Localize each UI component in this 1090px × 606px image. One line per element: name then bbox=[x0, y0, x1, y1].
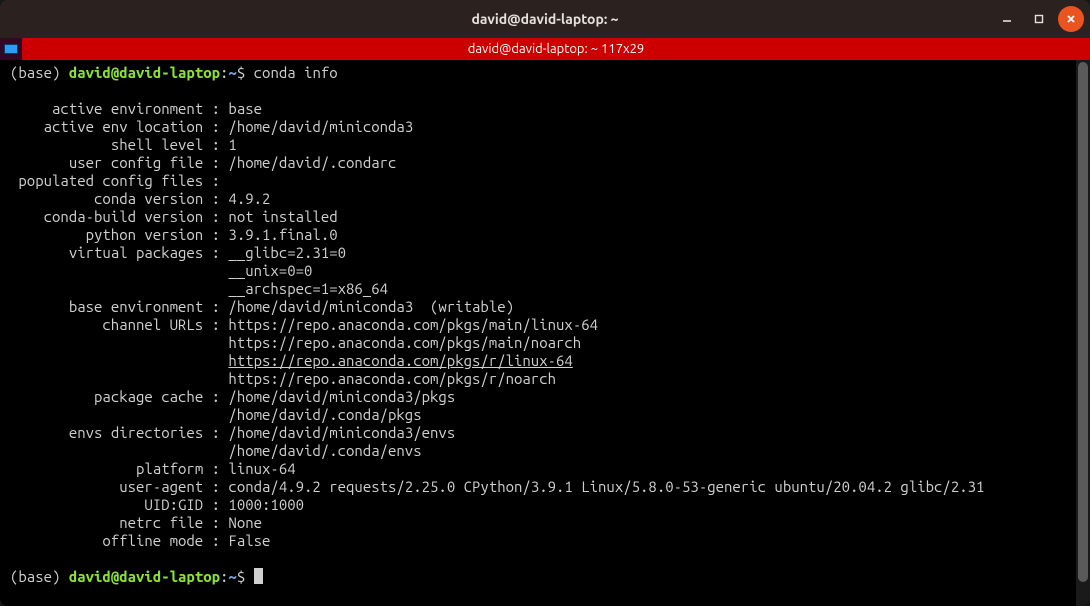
output-line: offline mode : False bbox=[10, 532, 270, 549]
window-controls bbox=[994, 0, 1084, 38]
prompt-command: conda info bbox=[254, 64, 338, 81]
output-line: https://repo.anaconda.com/pkgs/r/linux-6… bbox=[10, 352, 573, 369]
prompt-env: (base) bbox=[10, 568, 60, 585]
output-line: /home/david/.conda/pkgs bbox=[10, 406, 422, 423]
close-icon bbox=[1065, 13, 1077, 25]
output-line: base environment : /home/david/miniconda… bbox=[10, 298, 514, 315]
output-line: platform : linux-64 bbox=[10, 460, 296, 477]
prompt-env: (base) bbox=[10, 64, 60, 81]
terminal-cursor[interactable] bbox=[254, 568, 263, 584]
output-line: netrc file : None bbox=[10, 514, 262, 531]
terminal-window: david@david-laptop: ~ david@david-laptop… bbox=[0, 0, 1090, 606]
output-line: __unix=0=0 bbox=[10, 262, 312, 279]
output-line: channel URLs : https://repo.anaconda.com… bbox=[10, 316, 598, 333]
output-line: package cache : /home/david/miniconda3/p… bbox=[10, 388, 455, 405]
output-line: user-agent : conda/4.9.2 requests/2.25.0… bbox=[10, 478, 984, 495]
minimize-button[interactable] bbox=[994, 6, 1020, 32]
tab-strip: david@david-laptop: ~ 117x29 bbox=[0, 38, 1090, 60]
scrollbar-thumb[interactable] bbox=[1078, 62, 1088, 582]
prompt-cwd: ~ bbox=[228, 568, 236, 585]
minimize-icon bbox=[1001, 13, 1013, 25]
prompt-symbol: $ bbox=[237, 64, 245, 81]
window-title: david@david-laptop: ~ bbox=[471, 11, 618, 27]
prompt-userhost: david@david-laptop bbox=[69, 568, 220, 585]
output-line: active environment : base bbox=[10, 100, 262, 117]
output-line: conda version : 4.9.2 bbox=[10, 190, 270, 207]
output-line: active env location : /home/david/minico… bbox=[10, 118, 413, 135]
prompt-userhost: david@david-laptop bbox=[69, 64, 220, 81]
output-line: populated config files : bbox=[10, 172, 228, 189]
prompt-cwd: ~ bbox=[228, 64, 236, 81]
prompt-symbol: $ bbox=[237, 568, 245, 585]
terminal-tab-icon[interactable] bbox=[0, 38, 22, 60]
output-line: conda-build version : not installed bbox=[10, 208, 338, 225]
tab-title[interactable]: david@david-laptop: ~ 117x29 bbox=[22, 42, 1090, 56]
tab-swatch-icon bbox=[4, 44, 18, 54]
output-line: envs directories : /home/david/miniconda… bbox=[10, 424, 455, 441]
maximize-icon bbox=[1033, 13, 1045, 25]
window-titlebar[interactable]: david@david-laptop: ~ bbox=[0, 0, 1090, 38]
output-line: __archspec=1=x86_64 bbox=[10, 280, 388, 297]
output-line: /home/david/.conda/envs bbox=[10, 442, 422, 459]
close-button[interactable] bbox=[1058, 6, 1084, 32]
output-line: shell level : 1 bbox=[10, 136, 237, 153]
output-line: virtual packages : __glibc=2.31=0 bbox=[10, 244, 346, 261]
output-line: https://repo.anaconda.com/pkgs/r/noarch bbox=[10, 370, 556, 387]
output-line: https://repo.anaconda.com/pkgs/main/noar… bbox=[10, 334, 581, 351]
maximize-button[interactable] bbox=[1026, 6, 1052, 32]
output-line: user config file : /home/david/.condarc bbox=[10, 154, 396, 171]
output-line: UID:GID : 1000:1000 bbox=[10, 496, 304, 513]
output-line: python version : 3.9.1.final.0 bbox=[10, 226, 338, 243]
terminal-scrollbar[interactable] bbox=[1076, 60, 1090, 606]
terminal-output[interactable]: (base) david@david-laptop:~$ conda info … bbox=[0, 60, 1076, 606]
terminal-area: (base) david@david-laptop:~$ conda info … bbox=[0, 60, 1090, 606]
